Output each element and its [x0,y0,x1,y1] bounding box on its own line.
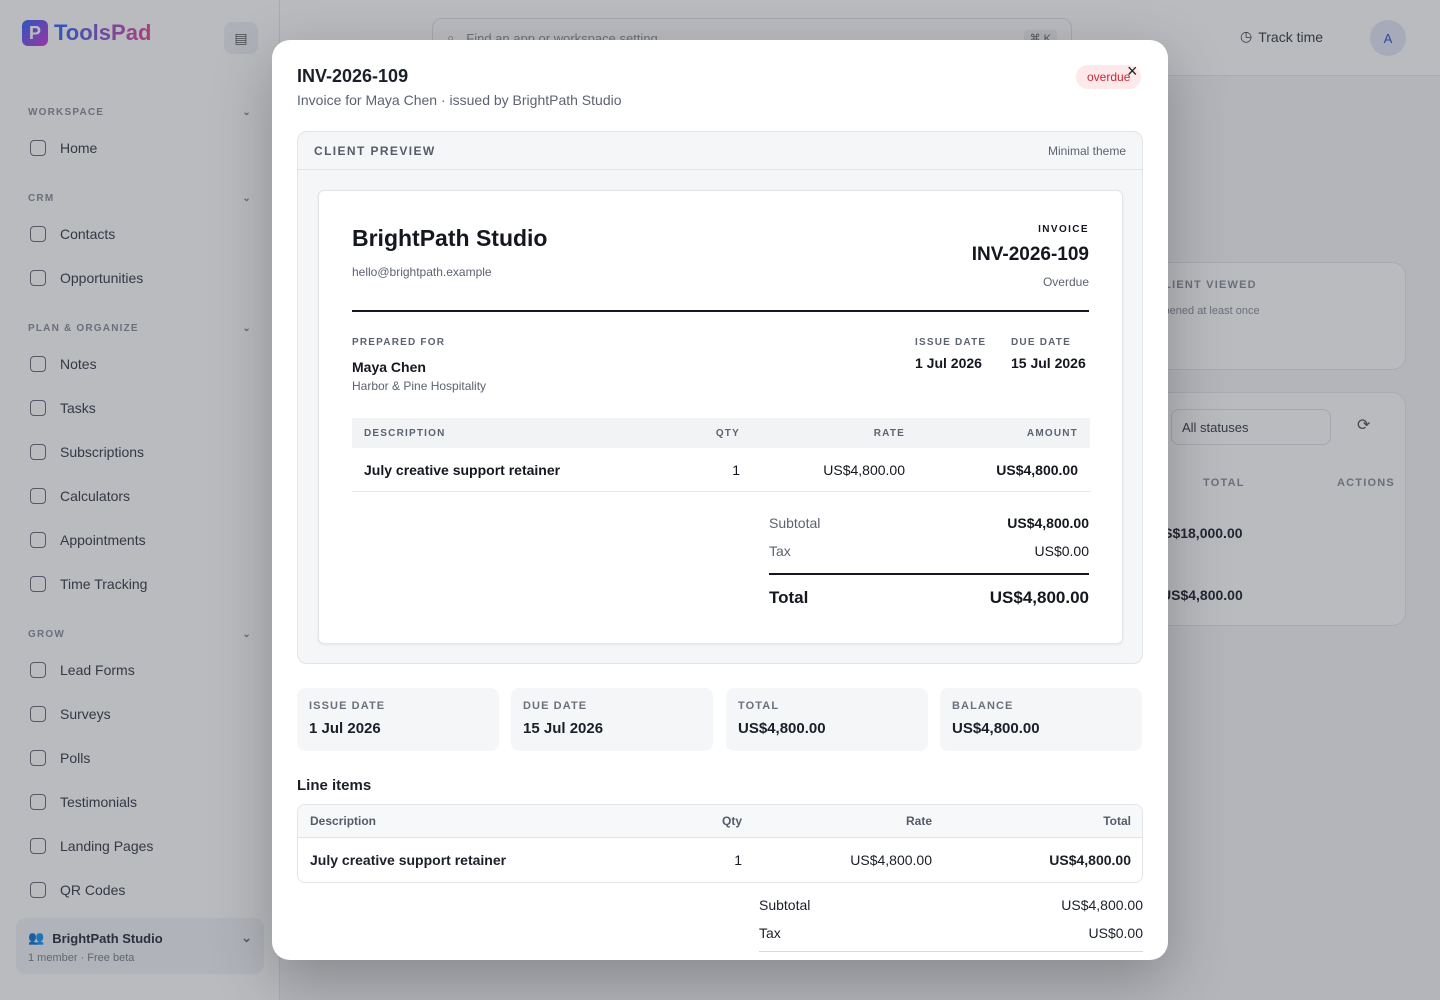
invoice-modal: INV-2026-109 Invoice for Maya Chen · iss… [272,40,1168,960]
row-rate: US$4,800.00 [823,461,905,478]
close-icon[interactable]: × [1127,62,1138,80]
preview-header: CLIENT PREVIEW Minimal theme [298,132,1142,170]
tax-label: Tax [769,543,791,559]
row-total: US$4,800.00 [1049,852,1131,868]
preview-label: CLIENT PREVIEW [314,143,436,158]
col-description: Description [310,814,377,828]
col-description: DESCRIPTION [364,427,446,439]
row-qty: 1 [732,461,740,478]
total-divider [769,573,1089,575]
client-name: Maya Chen [352,359,426,375]
tax-value: US$0.00 [1034,543,1089,559]
row-rate: US$4,800.00 [850,852,932,868]
table-row: July creative support retainer 1 US$4,80… [352,448,1090,492]
line-items-tax: Tax US$0.00 [759,925,1143,941]
doc-email: hello@brightpath.example [352,265,492,279]
stat-value: US$4,800.00 [952,720,1040,737]
stat-balance: BALANCE US$4,800.00 [940,688,1142,751]
col-rate: Rate [905,814,932,828]
subtotal-value: US$4,800.00 [1061,897,1143,913]
subtotal-label: Subtotal [759,897,811,913]
row-description: July creative support retainer [364,461,561,478]
table-row: July creative support retainer 1 US$4,80… [298,838,1142,882]
col-total: Total [1103,814,1131,828]
tax-value: US$0.00 [1088,925,1143,941]
due-date-label: DUE DATE [1011,337,1071,348]
col-rate: RATE [873,427,905,439]
due-date: 15 Jul 2026 [1011,355,1086,371]
doc-invoice-number: INV-2026-109 [971,244,1089,265]
total-label: Total [769,588,809,607]
line-items-title: Line items [297,777,372,794]
line-items-header: Description Qty Rate Total [298,805,1142,838]
stat-due-date: DUE DATE 15 Jul 2026 [511,688,713,751]
stat-label: TOTAL [738,700,780,712]
preview-theme: Minimal theme [1047,143,1126,158]
subtotal-value: US$4,800.00 [1007,515,1089,531]
summary-divider [759,951,1143,952]
stat-label: BALANCE [952,700,1014,712]
row-qty: 1 [734,852,742,868]
issue-date: 1 Jul 2026 [915,355,982,371]
doc-total: Total US$4,800.00 [769,588,1089,608]
stat-value: 1 Jul 2026 [309,720,381,737]
row-amount: US$4,800.00 [996,461,1078,478]
tax-label: Tax [759,925,781,941]
stat-issue-date: ISSUE DATE 1 Jul 2026 [297,688,499,751]
doc-brand: BrightPath Studio [352,225,548,251]
doc-table-header: DESCRIPTION QTY RATE AMOUNT [352,418,1090,448]
client-preview: CLIENT PREVIEW Minimal theme BrightPath … [297,131,1143,664]
subtotal-label: Subtotal [769,515,821,531]
modal-title: INV-2026-109 [297,66,409,86]
stat-label: ISSUE DATE [309,700,386,712]
prepared-for-label: PREPARED FOR [352,337,446,348]
stat-value: US$4,800.00 [738,720,826,737]
client-company: Harbor & Pine Hospitality [352,379,487,393]
line-items-table: Description Qty Rate Total July creative… [297,804,1143,883]
doc-line-table: DESCRIPTION QTY RATE AMOUNT July creativ… [352,418,1090,492]
stat-value: 15 Jul 2026 [523,720,604,737]
issue-date-label: ISSUE DATE [915,337,987,348]
col-qty: Qty [721,814,742,828]
line-items-subtotal: Subtotal US$4,800.00 [759,897,1143,913]
col-qty: QTY [715,427,740,439]
col-amount: AMOUNT [1026,427,1078,439]
total-value: US$4,800.00 [989,588,1089,607]
row-description: July creative support retainer [310,852,507,868]
doc-status: Overdue [1042,275,1089,289]
invoice-document: BrightPath Studio hello@brightpath.examp… [318,190,1123,644]
stat-total: TOTAL US$4,800.00 [726,688,928,751]
doc-invoice-label: INVOICE [1038,224,1089,235]
doc-tax: Tax US$0.00 [769,543,1089,559]
doc-divider [352,310,1089,312]
stat-label: DUE DATE [523,700,588,712]
doc-subtotal: Subtotal US$4,800.00 [769,515,1089,531]
modal-subtitle: Invoice for Maya Chen · issued by Bright… [297,92,622,108]
